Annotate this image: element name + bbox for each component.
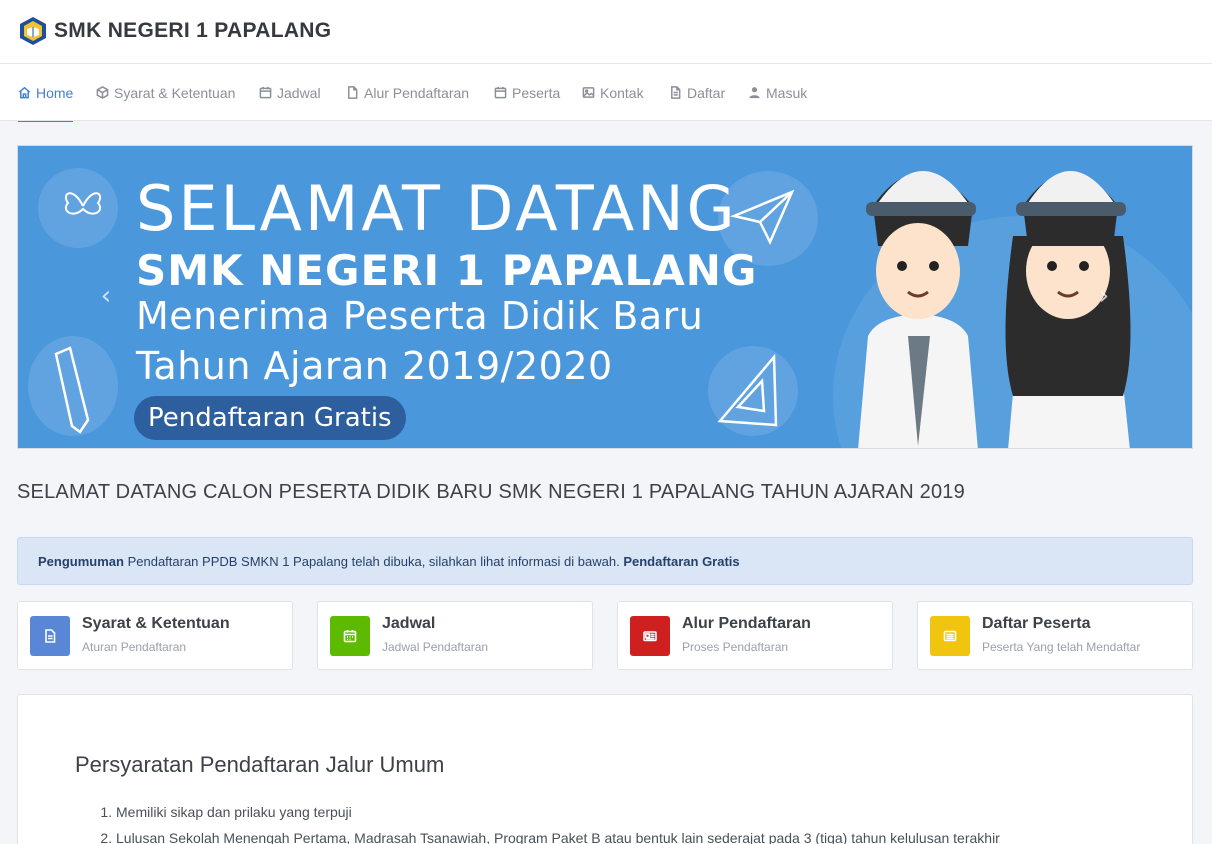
top-header: SMK NEGERI 1 PAPALANG [0, 0, 1212, 64]
card-subtitle: Proses Pendaftaran [682, 640, 789, 654]
nav-label: Alur Pendaftaran [364, 84, 470, 101]
document-icon [30, 616, 70, 656]
paper-plane-icon [730, 189, 795, 245]
image-icon [582, 87, 595, 98]
calendar-icon [330, 616, 370, 656]
card-jadwal[interactable]: Jadwal Jadwal Pendaftaran [317, 601, 593, 670]
announcement-alert: Pengumuman Pendaftaran PPDB SMKN 1 Papal… [17, 537, 1193, 585]
box-icon [96, 86, 109, 99]
list-item: Memiliki sikap dan prilaku yang terpuji [116, 799, 1000, 825]
nav-peserta[interactable]: Peserta [494, 64, 560, 121]
requirements-heading: Persyaratan Pendaftaran Jalur Umum [75, 752, 445, 777]
butterfly-icon [64, 192, 102, 215]
card-title: Alur Pendaftaran [682, 615, 811, 632]
nav-label: Home [36, 84, 74, 101]
card-title: Jadwal [382, 615, 436, 632]
calendar-icon [494, 86, 507, 99]
nav-daftar[interactable]: Daftar [669, 64, 725, 121]
announcement-highlight: Pendaftaran Gratis [623, 553, 740, 569]
banner-line-2: SMK NEGERI 1 PAPALANG [136, 246, 758, 295]
school-logo-icon [20, 17, 46, 45]
card-subtitle: Peserta Yang telah Mendaftar [982, 640, 1141, 654]
user-icon [749, 87, 760, 99]
requirements-panel: Persyaratan Pendaftaran Jalur Umum Memil… [17, 694, 1193, 844]
pencil-icon [54, 346, 90, 434]
id-card-icon [630, 616, 670, 656]
banner-line-3: Menerima Peserta Didik Baru [136, 294, 704, 338]
nav-masuk[interactable]: Masuk [748, 64, 807, 121]
card-alur[interactable]: Alur Pendaftaran Proses Pendaftaran [617, 601, 893, 670]
banner-badge: Pendaftaran Gratis [134, 396, 406, 440]
brand[interactable]: SMK NEGERI 1 PAPALANG [18, 16, 331, 46]
list-icon [930, 616, 970, 656]
nav-label: Daftar [687, 84, 726, 101]
card-title: Syarat & Ketentuan [82, 615, 230, 632]
card-title: Daftar Peserta [982, 615, 1091, 632]
announcement-text: Pendaftaran PPDB SMKN 1 Papalang telah d… [123, 553, 624, 569]
list-item: Lulusan Sekolah Menengah Pertama, Madras… [116, 825, 1000, 844]
nav-home[interactable]: Home [18, 64, 74, 122]
card-syarat[interactable]: Syarat & Ketentuan Aturan Pendaftaran [17, 601, 293, 670]
requirements-list: Memiliki sikap dan prilaku yang terpuji … [98, 799, 1000, 844]
banner-line-1: SELAMAT DATANG [136, 172, 738, 245]
set-square-icon [717, 353, 778, 427]
nav-label: Syarat & Ketentuan [114, 84, 236, 101]
page-title: SELAMAT DATANG CALON PESERTA DIDIK BARU … [17, 481, 965, 503]
banner-line-4: Tahun Ajaran 2019/2020 [136, 344, 613, 388]
file-text-icon [671, 86, 681, 99]
nav-label: Masuk [766, 84, 808, 101]
nav-label: Peserta [512, 84, 561, 101]
calendar-icon [259, 86, 272, 99]
nav-kontak[interactable]: Kontak [582, 64, 644, 121]
nav-label: Kontak [600, 84, 644, 101]
carousel-prev-button[interactable]: ‹ [94, 283, 118, 309]
nav-jadwal[interactable]: Jadwal [259, 64, 321, 121]
carousel-next-button[interactable]: › [1092, 283, 1116, 309]
card-subtitle: Jadwal Pendaftaran [382, 640, 489, 654]
file-icon [348, 86, 358, 99]
main-nav: Home Syarat & Ketentuan Jadwal Alur Pend… [0, 64, 1212, 122]
hero-carousel[interactable]: SELAMAT DATANG SMK NEGERI 1 PAPALANG Men… [17, 145, 1193, 449]
card-subtitle: Aturan Pendaftaran [82, 640, 187, 654]
brand-name: SMK NEGERI 1 PAPALANG [54, 19, 332, 42]
nav-label: Jadwal [277, 84, 321, 101]
announcement-label: Pengumuman [38, 553, 124, 569]
nav-syarat[interactable]: Syarat & Ketentuan [96, 64, 235, 121]
home-icon [18, 86, 31, 99]
nav-alur[interactable]: Alur Pendaftaran [346, 64, 469, 121]
card-daftar-peserta[interactable]: Daftar Peserta Peserta Yang telah Mendaf… [917, 601, 1193, 670]
